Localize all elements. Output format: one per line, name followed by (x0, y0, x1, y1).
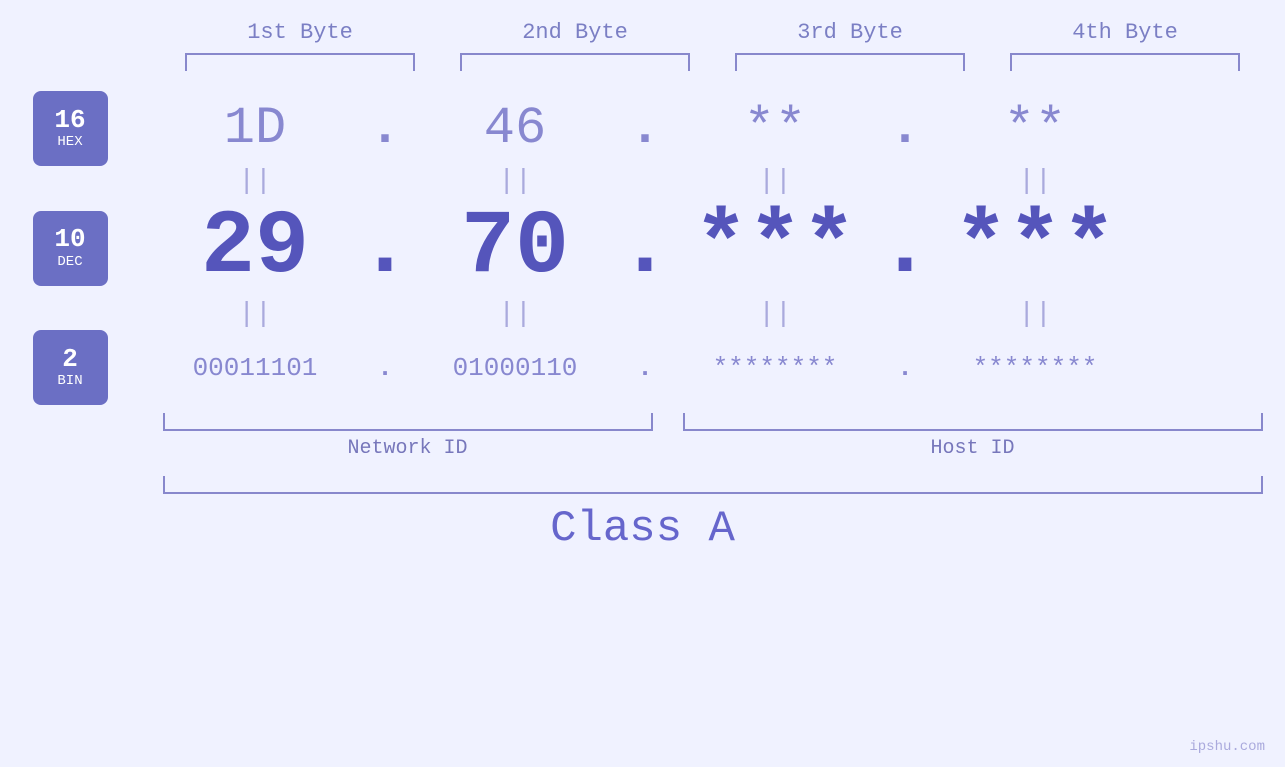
bin-badge-col: 2 BIN (0, 330, 140, 405)
top-brackets (163, 53, 1263, 71)
eq2-d1 (370, 299, 400, 330)
dec-row: 10 DEC 29 . 70 . *** . *** (0, 197, 1285, 299)
id-labels-row: Network ID Host ID (163, 437, 1263, 460)
eq2-b1: || (140, 299, 370, 330)
dec-bytes-area: 29 . 70 . *** . *** (140, 197, 1285, 299)
eq2-d3 (890, 299, 920, 330)
eq2-b4: || (920, 299, 1150, 330)
hex-b3: ** (660, 99, 890, 158)
dec-b2: 70 (400, 197, 630, 299)
dec-b1: 29 (140, 197, 370, 299)
bin-badge-number: 2 (62, 345, 78, 374)
equals-row-2: || || || || (0, 299, 1285, 330)
hex-badge-number: 16 (54, 106, 85, 135)
watermark: ipshu.com (1189, 739, 1265, 755)
bin-badge: 2 BIN (33, 330, 108, 405)
bin-b2: 01000110 (400, 353, 630, 383)
hex-row: 16 HEX 1D . 46 . ** . ** (0, 91, 1285, 166)
bracket-byte4 (1010, 53, 1240, 71)
eq2-bytes: || || || || (140, 299, 1285, 330)
bin-b4: ******** (920, 353, 1150, 383)
dec-badge-number: 10 (54, 225, 85, 254)
eq1-b3: || (660, 166, 890, 197)
host-id-label: Host ID (683, 437, 1263, 460)
main-container: 1st Byte 2nd Byte 3rd Byte 4th Byte 16 H… (0, 0, 1285, 767)
hex-badge: 16 HEX (33, 91, 108, 166)
eq1-d2 (630, 166, 660, 197)
eq1-d1 (370, 166, 400, 197)
hex-bytes-area: 1D . 46 . ** . ** (140, 99, 1285, 158)
dec-badge-label: DEC (57, 254, 82, 271)
equals-row-1: || || || || (0, 166, 1285, 197)
bin-dot2: . (630, 353, 660, 383)
eq1-d3 (890, 166, 920, 197)
byte-headers: 1st Byte 2nd Byte 3rd Byte 4th Byte (163, 20, 1263, 45)
label-gap (653, 437, 683, 460)
bracket-byte3 (735, 53, 965, 71)
bracket-gap (653, 413, 683, 431)
hex-badge-label: HEX (57, 134, 82, 151)
bottom-brackets-row (163, 413, 1263, 431)
hex-dot3: . (890, 103, 920, 155)
bin-bytes-area: 00011101 . 01000110 . ******** . *******… (140, 353, 1285, 383)
eq2-b2: || (400, 299, 630, 330)
byte2-header: 2nd Byte (460, 20, 690, 45)
class-label: Class A (550, 504, 735, 554)
hex-b2: 46 (400, 99, 630, 158)
bracket-byte2 (460, 53, 690, 71)
bracket-byte1 (185, 53, 415, 71)
eq2-d2 (630, 299, 660, 330)
bin-dot1: . (370, 353, 400, 383)
eq1-b1: || (140, 166, 370, 197)
bin-row: 2 BIN 00011101 . 01000110 . ******** . *… (0, 330, 1285, 405)
dec-badge: 10 DEC (33, 211, 108, 286)
bin-dot3: . (890, 353, 920, 383)
dec-b3: *** (660, 197, 890, 299)
eq1-b2: || (400, 166, 630, 197)
eq1-bytes: || || || || (140, 166, 1285, 197)
byte1-header: 1st Byte (185, 20, 415, 45)
large-bracket (163, 476, 1263, 494)
bin-b1: 00011101 (140, 353, 370, 383)
byte4-header: 4th Byte (1010, 20, 1240, 45)
hex-dot1: . (370, 103, 400, 155)
host-bracket (683, 413, 1263, 431)
hex-b1: 1D (140, 99, 370, 158)
byte3-header: 3rd Byte (735, 20, 965, 45)
dec-dot3: . (890, 197, 920, 299)
bin-b3: ******** (660, 353, 890, 383)
hex-b4: ** (920, 99, 1150, 158)
dec-badge-col: 10 DEC (0, 211, 140, 286)
eq2-b3: || (660, 299, 890, 330)
dec-dot1: . (370, 197, 400, 299)
eq1-b4: || (920, 166, 1150, 197)
dec-b4: *** (920, 197, 1150, 299)
hex-badge-col: 16 HEX (0, 91, 140, 166)
bin-badge-label: BIN (57, 373, 82, 390)
hex-dot2: . (630, 103, 660, 155)
dec-dot2: . (630, 197, 660, 299)
network-bracket (163, 413, 653, 431)
network-id-label: Network ID (163, 437, 653, 460)
